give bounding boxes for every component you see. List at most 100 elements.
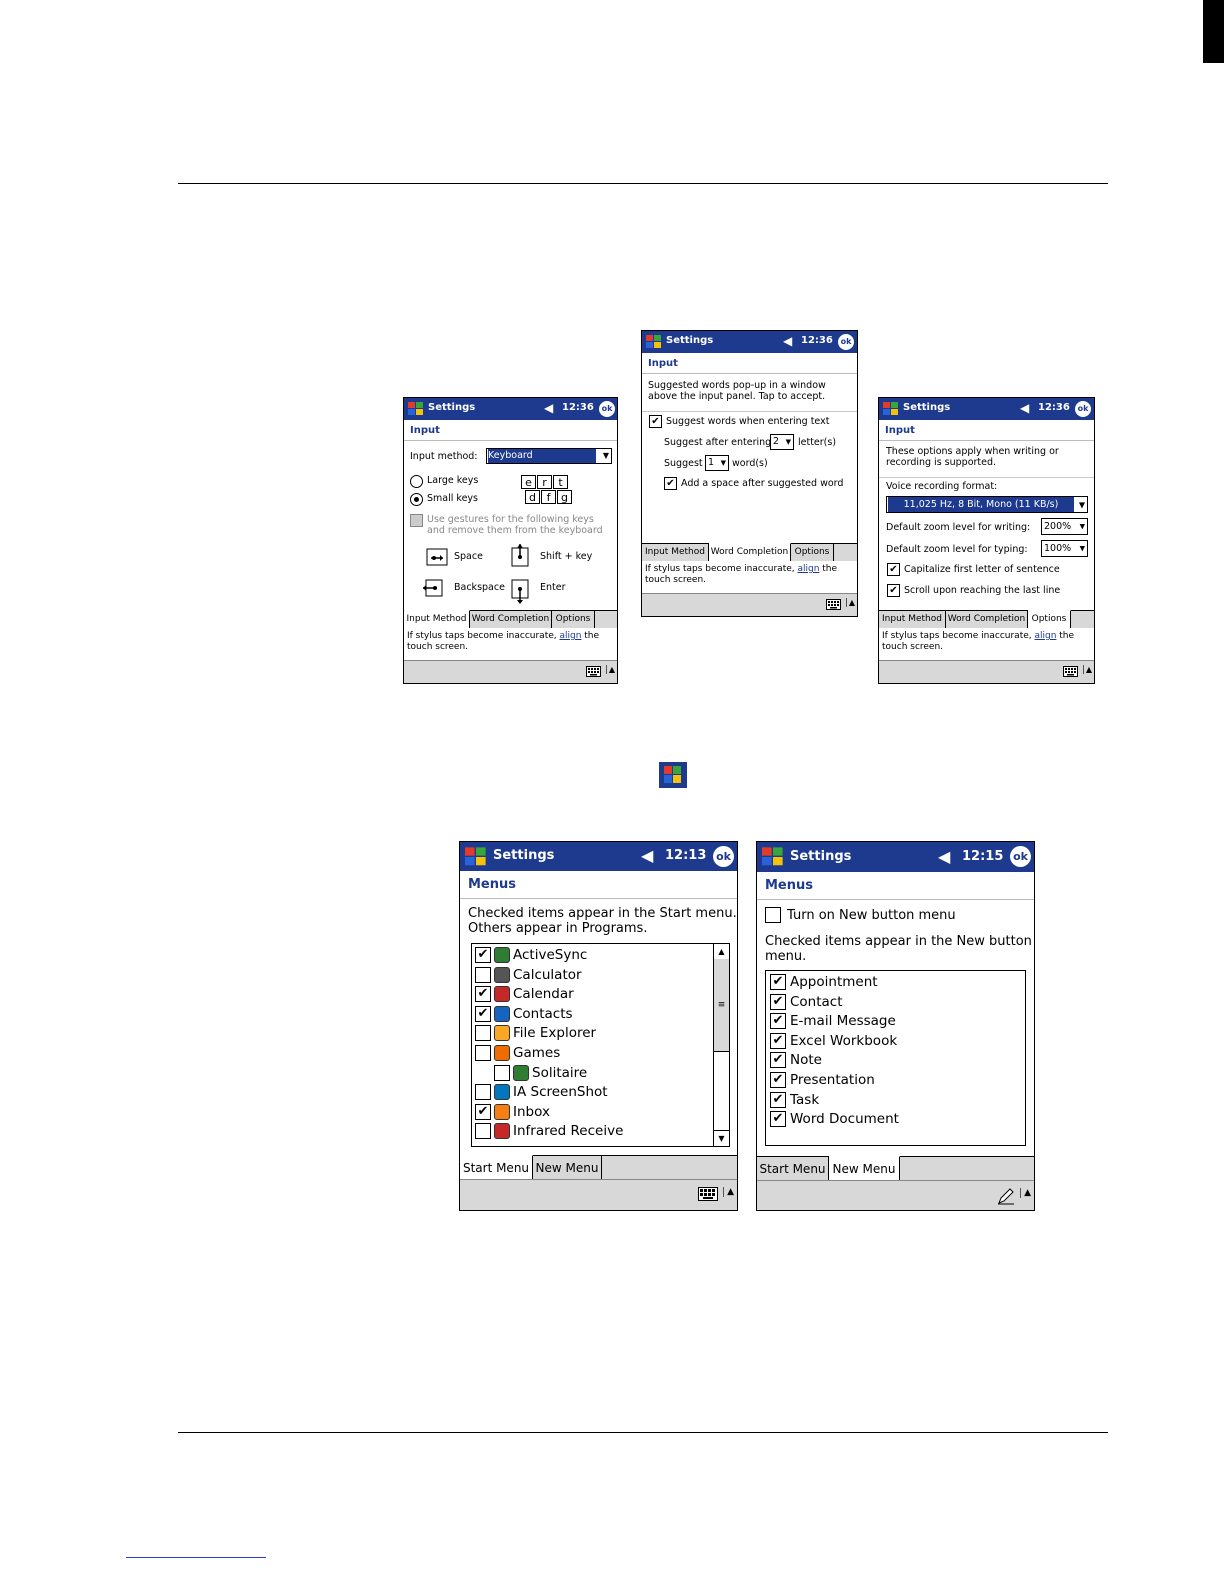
item-checkbox[interactable] [475, 1123, 491, 1140]
windows-start-icon[interactable] [760, 846, 786, 868]
speaker-icon[interactable]: ◀︎ [1020, 401, 1029, 415]
speaker-icon[interactable]: ◀︎ [783, 334, 792, 348]
scroll-down-icon[interactable]: ▼ [714, 1130, 729, 1146]
tab-start-menu[interactable]: Start Menu [460, 1155, 533, 1181]
keyboard-icon[interactable] [1063, 666, 1078, 677]
sip-arrow-icon[interactable]: ▲ [605, 665, 615, 674]
large-keys-radio[interactable] [410, 475, 423, 488]
scrollbar[interactable]: ▲ ≡ ▼ [713, 944, 729, 1146]
ok-button[interactable]: ok [1010, 846, 1031, 867]
item-checkbox[interactable]: ✔ [770, 1052, 786, 1069]
item-checkbox[interactable]: ✔ [475, 986, 491, 1003]
tab-options[interactable]: Options [791, 544, 834, 561]
tab-start-menu[interactable]: Start Menu [757, 1157, 829, 1182]
list-item[interactable]: File Explorer [475, 1024, 707, 1043]
item-checkbox[interactable]: ✔ [770, 993, 786, 1010]
new-menu-list[interactable]: ✔ Appointment ✔ Contact ✔ E-mail Message ✔ Exce… [765, 970, 1026, 1146]
clock[interactable]: 12:36 [1038, 402, 1070, 413]
item-checkbox[interactable]: ✔ [770, 1032, 786, 1049]
list-item[interactable]: Solitaire [494, 1064, 707, 1083]
turn-on-new-menu-checkbox[interactable] [765, 907, 781, 923]
windows-start-icon[interactable] [463, 846, 489, 868]
capitalize-checkbox[interactable]: ✔ [887, 563, 900, 576]
list-item[interactable]: Infrared Receive [475, 1122, 707, 1141]
item-checkbox[interactable] [475, 966, 491, 983]
list-item[interactable]: ✔ ActiveSync [475, 946, 707, 965]
list-item[interactable]: ✔ Inbox [475, 1103, 707, 1122]
windows-start-icon[interactable] [882, 401, 900, 417]
speaker-icon[interactable]: ◀︎ [938, 847, 950, 866]
list-item[interactable]: Calculator [475, 966, 707, 985]
keyboard-icon[interactable] [698, 1187, 718, 1201]
sip-arrow-icon[interactable]: ▲ [1082, 665, 1092, 674]
clock[interactable]: 12:13 [665, 848, 706, 863]
tab-options[interactable]: Options [552, 611, 595, 628]
tab-input-method[interactable]: Input Method [642, 544, 709, 561]
clock[interactable]: 12:15 [962, 849, 1003, 864]
pen-icon[interactable] [997, 1187, 1015, 1205]
scroll-thumb[interactable]: ≡ [714, 959, 729, 1052]
list-item[interactable]: ✔ Presentation [770, 1071, 1020, 1090]
zoom-writing-dropdown[interactable]: 200% ▼ [1041, 518, 1088, 535]
ok-button[interactable]: ok [713, 846, 734, 867]
item-checkbox[interactable]: ✔ [770, 974, 786, 990]
item-checkbox[interactable]: ✔ [475, 947, 491, 963]
item-checkbox[interactable] [475, 1025, 491, 1042]
item-checkbox[interactable]: ✔ [770, 1013, 786, 1030]
keyboard-icon[interactable] [586, 666, 601, 677]
sip-arrow-icon[interactable]: ▲ [1020, 1188, 1031, 1198]
tab-new-menu[interactable]: New Menu [829, 1156, 900, 1182]
small-keys-radio[interactable] [410, 493, 423, 506]
align-link[interactable]: align [797, 564, 819, 574]
list-item[interactable]: ✔ Contacts [475, 1005, 707, 1024]
tab-options[interactable]: Options [1028, 610, 1071, 628]
list-item[interactable]: ✔ Word Document [770, 1110, 1020, 1129]
list-item[interactable]: ✔ Calendar [475, 985, 707, 1004]
tab-input-method[interactable]: Input Method [404, 610, 470, 628]
item-checkbox[interactable] [475, 1045, 491, 1061]
suggest-words-checkbox[interactable]: ✔ [649, 415, 662, 428]
tab-word-completion[interactable]: Word Completion [709, 543, 791, 561]
scroll-checkbox[interactable]: ✔ [887, 584, 900, 597]
add-space-checkbox[interactable]: ✔ [664, 477, 677, 490]
speaker-icon[interactable]: ◀︎ [544, 401, 553, 415]
list-item[interactable]: IA ScreenShot [475, 1083, 707, 1102]
zoom-typing-dropdown[interactable]: 100% ▼ [1041, 540, 1088, 557]
windows-start-icon[interactable] [645, 334, 663, 350]
tab-word-completion[interactable]: Word Completion [946, 611, 1028, 628]
align-link[interactable]: align [559, 631, 581, 641]
clock[interactable]: 12:36 [562, 402, 594, 413]
speaker-icon[interactable]: ◀︎ [641, 846, 653, 865]
suggest-after-dropdown[interactable]: 2 ▼ [770, 434, 794, 450]
item-checkbox[interactable] [494, 1064, 510, 1081]
keyboard-icon[interactable] [826, 599, 841, 610]
sip-arrow-icon[interactable]: ▲ [845, 598, 855, 607]
input-method-dropdown[interactable]: Keyboard ▼ [486, 448, 612, 464]
list-item[interactable]: ✔ Excel Workbook [770, 1032, 1020, 1051]
list-item[interactable]: ✔ Appointment [770, 973, 1020, 992]
ok-button[interactable]: ok [838, 334, 854, 350]
item-checkbox[interactable]: ✔ [475, 1005, 491, 1022]
list-item[interactable]: ✔ Note [770, 1051, 1020, 1070]
tab-input-method[interactable]: Input Method [879, 611, 946, 628]
list-item[interactable]: ✔ Contact [770, 993, 1020, 1012]
ok-button[interactable]: ok [599, 401, 615, 417]
align-link[interactable]: align [1034, 631, 1056, 641]
item-checkbox[interactable]: ✔ [770, 1111, 786, 1128]
tab-new-menu[interactable]: New Menu [533, 1156, 602, 1181]
suggest-count-dropdown[interactable]: 1 ▼ [705, 455, 729, 471]
tab-word-completion[interactable]: Word Completion [470, 611, 552, 628]
sip-arrow-icon[interactable]: ▲ [723, 1187, 734, 1197]
item-checkbox[interactable]: ✔ [770, 1091, 786, 1108]
voice-format-dropdown[interactable]: 11,025 Hz, 8 Bit, Mono (11 KB/s) ▼ [886, 496, 1088, 513]
ok-button[interactable]: ok [1075, 401, 1091, 417]
scroll-up-icon[interactable]: ▲ [714, 944, 729, 960]
item-checkbox[interactable] [475, 1084, 491, 1101]
item-checkbox[interactable]: ✔ [475, 1103, 491, 1120]
list-item[interactable]: ✔ E-mail Message [770, 1012, 1020, 1031]
item-checkbox[interactable]: ✔ [770, 1072, 786, 1088]
windows-start-icon[interactable] [407, 401, 425, 417]
list-item[interactable]: ✔ Task [770, 1091, 1020, 1110]
gestures-checkbox[interactable] [410, 514, 423, 527]
clock[interactable]: 12:36 [801, 335, 833, 346]
